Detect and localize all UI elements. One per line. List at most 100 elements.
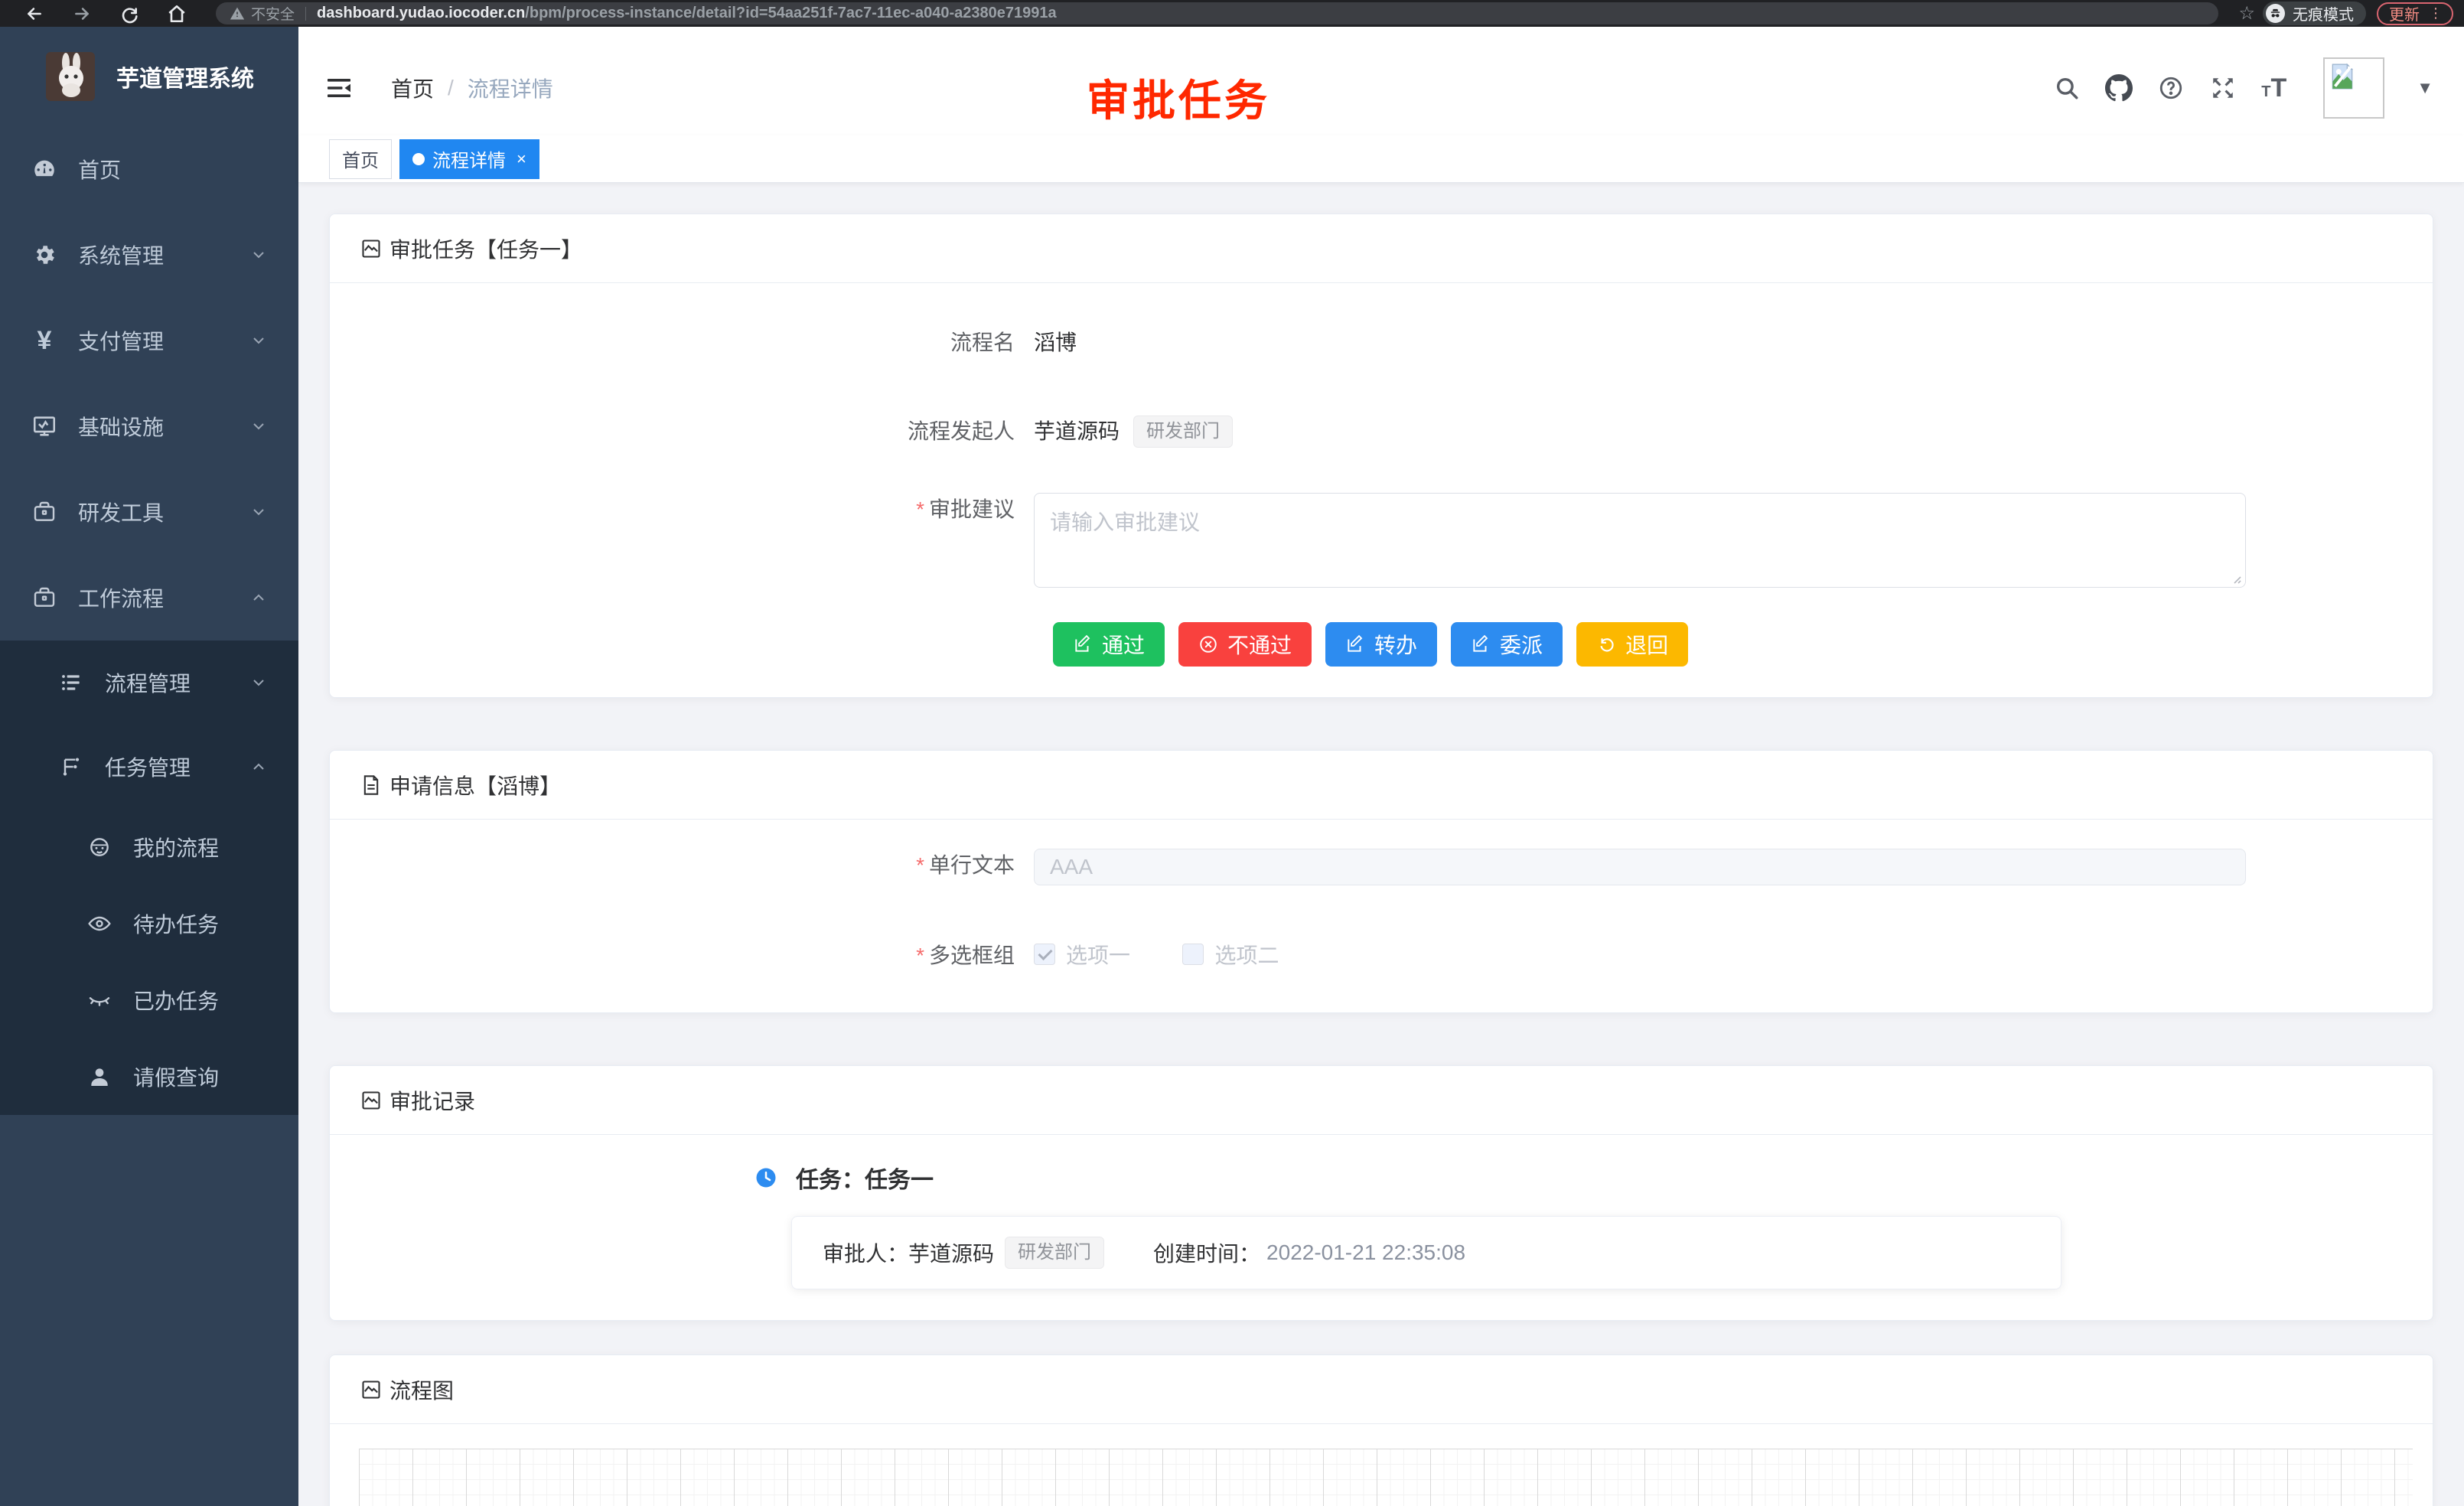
address-bar[interactable]: 不安全 dashboard.yudao.iocoder.cn/bpm/proce… [216,2,2218,24]
browser-menu-icon[interactable]: ⋮ [2429,5,2443,21]
card-title: 审批任务【任务一】 [389,233,582,264]
checkbox-option-1[interactable]: 选项一 [1034,939,1130,970]
sidebar-item-label: 系统管理 [78,240,164,270]
clock-icon [755,1166,777,1189]
forward-icon[interactable] [69,1,95,27]
back-icon[interactable] [21,1,47,27]
security-warning[interactable]: 不安全 [230,3,295,24]
chevron-up-icon [251,759,266,774]
tags-view-bar: 首页 流程详情 × [298,135,2464,183]
tag-home[interactable]: 首页 [329,139,392,179]
sidebar-logo[interactable]: 芋道管理系统 [0,27,298,126]
pass-button[interactable]: 通过 [1053,622,1165,667]
sidebar-item-label: 我的流程 [133,832,219,862]
sidebar-collapse-icon[interactable] [325,74,353,102]
process-name-value: 滔博 [1034,326,1077,360]
dept-tag: 研发部门 [1133,416,1233,448]
url-text: dashboard.yudao.iocoder.cn/bpm/process-i… [317,5,1057,22]
diagram-card-header: 流程图 [330,1355,2433,1424]
sidebar-item-label: 请假查询 [133,1061,219,1092]
picture-icon [360,1090,382,1111]
main-area: 审批任务 首页 / 流程详情 [298,27,2464,1506]
eye-open-icon [86,911,113,936]
home-icon[interactable] [164,1,190,27]
required-mark: * [916,497,924,521]
workflow-submenu: 流程管理 任务管理 我的流程 待办任务 [0,641,298,1115]
sidebar-item-todo-tasks[interactable]: 待办任务 [0,885,298,962]
sidebar-item-system[interactable]: 系统管理 [0,212,298,298]
github-icon[interactable] [2105,74,2133,102]
incognito-icon [2266,4,2285,23]
security-label: 不安全 [251,3,295,24]
sidebar-item-devtools[interactable]: 研发工具 [0,469,298,555]
checkbox-group: 选项一 选项二 [1034,939,1328,970]
checkbox-group-label: *多选框组 [360,939,1034,973]
sidebar-item-infra[interactable]: 基础设施 [0,383,298,469]
sidebar-item-payment[interactable]: ¥ 支付管理 [0,298,298,383]
checkbox-option-2[interactable]: 选项二 [1182,939,1279,970]
card-title: 审批记录 [389,1085,475,1116]
reload-icon[interactable] [116,1,142,27]
sidebar-item-label: 支付管理 [78,325,164,356]
chevron-up-icon [251,590,266,605]
font-size-icon[interactable]: TT [2261,75,2286,101]
gear-icon [31,243,58,267]
breadcrumb-current: 流程详情 [468,73,553,103]
sidebar-item-home[interactable]: 首页 [0,126,298,212]
sidebar-item-process-mgmt[interactable]: 流程管理 [0,641,298,725]
search-icon[interactable] [2053,74,2081,102]
timeline: 任务：任务一 审批人：芋道源码 研发部门 创建时间： 2022-01-21 22… [755,1161,2402,1289]
broken-image-icon [2328,62,2357,91]
close-icon[interactable]: × [517,149,526,169]
avatar[interactable] [2323,57,2384,119]
update-label: 更新 [2389,2,2420,24]
task-title: 任务：任务一 [796,1161,934,1195]
breadcrumb-home[interactable]: 首页 [391,73,434,103]
sidebar-item-task-mgmt[interactable]: 任务管理 [0,725,298,809]
document-icon [360,774,382,796]
approver-label: 审批人： [823,1237,908,1268]
sidebar-item-label: 基础设施 [78,411,164,442]
reject-button[interactable]: 不通过 [1178,622,1312,667]
sidebar-item-label: 首页 [78,154,121,184]
approve-card-body: 流程名 滔博 流程发起人 芋道源码 研发部门 *审批建议 [330,283,2433,697]
sidebar-item-label: 待办任务 [133,908,219,939]
bpmn-canvas[interactable] [359,1449,2413,1506]
edit-icon [1073,634,1093,654]
tag-label: 流程详情 [432,145,506,172]
picture-icon [360,1379,382,1400]
fullscreen-icon[interactable] [2209,74,2237,102]
sidebar-item-workflow[interactable]: 工作流程 [0,555,298,641]
active-dot [412,153,425,165]
resize-grip-icon[interactable] [2231,573,2241,584]
sidebar-item-leave-query[interactable]: 请假查询 [0,1038,298,1115]
apply-info-card: 申请信息【滔博】 *单行文本 *多选框组 选项一 [329,750,2433,1013]
caret-down-icon[interactable]: ▼ [2417,78,2433,98]
sidebar-item-done-tasks[interactable]: 已办任务 [0,962,298,1038]
tag-process-detail[interactable]: 流程详情 × [399,139,539,179]
bookmark-star-icon[interactable]: ☆ [2238,2,2255,24]
circle-close-icon [1198,634,1218,654]
approve-actions: 通过 不通过 转办 委派 [1053,622,2402,674]
edit-icon [1471,634,1491,654]
single-line-input[interactable] [1034,849,2246,885]
record-card-header: 审批记录 [330,1066,2433,1135]
browser-update-button[interactable]: 更新 ⋮ [2377,2,2453,25]
help-icon[interactable] [2157,74,2185,102]
chevron-down-icon [251,675,266,690]
approve-card-header: 审批任务【任务一】 [330,214,2433,283]
edit-icon [1345,634,1365,654]
transfer-button[interactable]: 转办 [1325,622,1437,667]
sidebar-item-my-process[interactable]: 我的流程 [0,809,298,885]
user-icon [86,1064,113,1089]
return-button[interactable]: 退回 [1576,622,1688,667]
url-path: /bpm/process-instance/detail?id=54aa251f… [525,5,1056,21]
eye-closed-icon [86,988,113,1012]
picture-icon [360,238,382,259]
tag-label: 首页 [342,145,379,172]
dept-tag: 研发部门 [1005,1237,1104,1269]
suggestion-textarea[interactable] [1034,493,2246,588]
url-separator [305,7,306,21]
sidebar-item-label: 已办任务 [133,985,219,1015]
delegate-button[interactable]: 委派 [1451,622,1563,667]
